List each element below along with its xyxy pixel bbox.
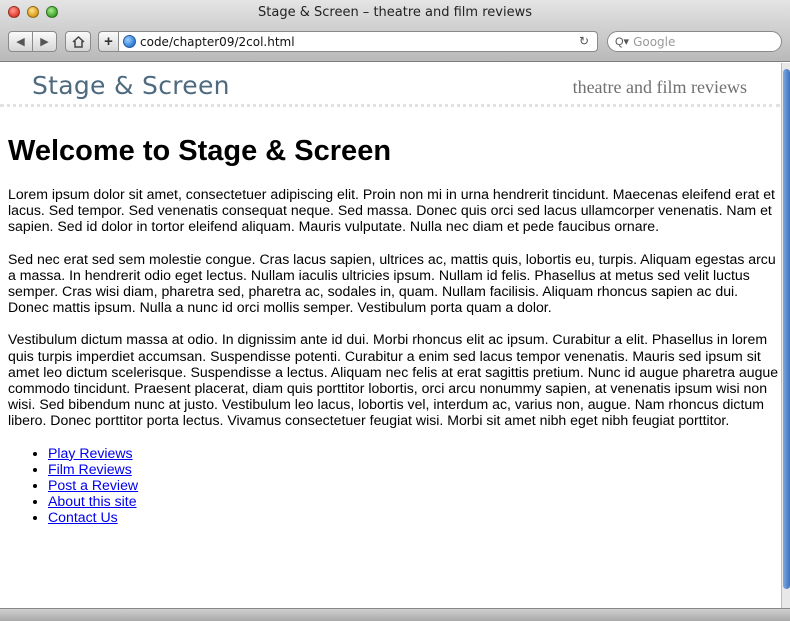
- add-bookmark-button[interactable]: +: [98, 31, 118, 52]
- nav-item: Play Reviews: [48, 445, 780, 461]
- nav-list: Play Reviews Film Reviews Post a Review …: [48, 445, 780, 526]
- forward-button[interactable]: ▶: [32, 31, 57, 52]
- scrollbar-thumb[interactable]: [783, 69, 790, 589]
- nav-link-contact[interactable]: Contact Us: [48, 509, 118, 525]
- paragraph: Sed nec erat sed sem molestie congue. Cr…: [8, 250, 776, 316]
- page-viewport: Stage & Screen theatre and film reviews …: [0, 63, 780, 608]
- nav-link-film-reviews[interactable]: Film Reviews: [48, 461, 132, 477]
- browser-chrome: Stage & Screen – theatre and film review…: [0, 0, 790, 62]
- paragraph: Vestibulum dictum massa at odio. In dign…: [8, 331, 779, 429]
- nav-item: About this site: [48, 493, 780, 509]
- window-bottom-bar: [0, 608, 790, 621]
- globe-icon: [123, 35, 136, 48]
- nav-item: Film Reviews: [48, 461, 780, 477]
- reload-icon[interactable]: ↻: [579, 34, 589, 48]
- nav-item: Post a Review: [48, 477, 780, 493]
- search-placeholder: Google: [633, 34, 676, 49]
- page-heading: Welcome to Stage & Screen: [8, 135, 392, 167]
- site-tagline: theatre and film reviews: [572, 77, 747, 97]
- forward-arrow-icon: ▶: [40, 36, 49, 48]
- nav-link-about[interactable]: About this site: [48, 493, 137, 509]
- back-arrow-icon: ◀: [16, 36, 25, 48]
- vertical-scrollbar[interactable]: [781, 63, 790, 608]
- home-button[interactable]: [65, 31, 91, 52]
- address-bar[interactable]: code/chapter09/2col.html ↻: [118, 31, 598, 52]
- browser-toolbar: ◀ ▶ + code/chapter09/2col.html ↻ Q▾ Goog…: [8, 29, 782, 53]
- masthead: Stage & Screen theatre and film reviews: [0, 63, 780, 107]
- main-content: Welcome to Stage & Screen Lorem ipsum do…: [0, 134, 780, 526]
- nav-link-play-reviews[interactable]: Play Reviews: [48, 445, 133, 461]
- search-field[interactable]: Q▾ Google: [607, 31, 782, 52]
- search-icon: Q▾: [615, 36, 630, 48]
- window-title: Stage & Screen – theatre and film review…: [258, 5, 532, 20]
- nav-item: Contact Us: [48, 509, 780, 525]
- url-text: code/chapter09/2col.html: [140, 34, 295, 49]
- back-button[interactable]: ◀: [8, 31, 33, 52]
- nav-link-post-review[interactable]: Post a Review: [48, 477, 138, 493]
- paragraph: Lorem ipsum dolor sit amet, consectetuer…: [8, 186, 775, 235]
- site-title: Stage & Screen: [32, 71, 230, 100]
- home-icon: [71, 35, 85, 48]
